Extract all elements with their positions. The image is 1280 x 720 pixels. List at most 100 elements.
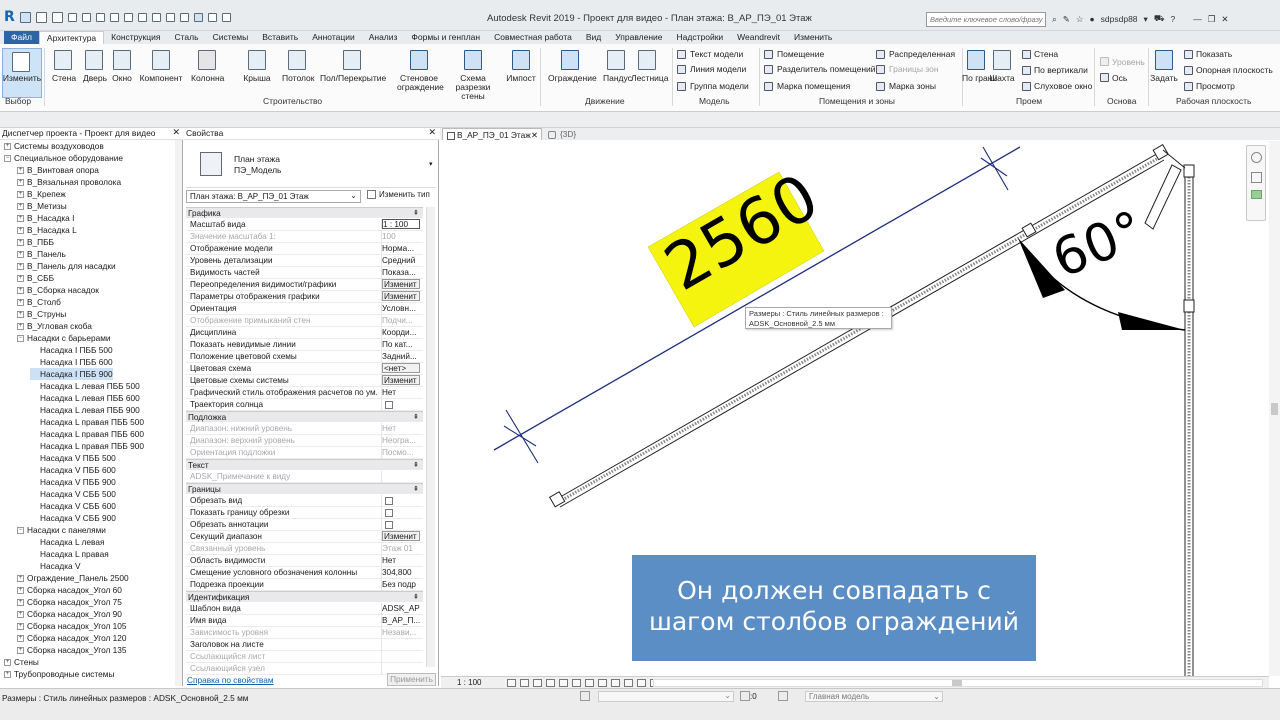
checkbox[interactable] xyxy=(385,509,393,517)
reveal-hidden-icon[interactable] xyxy=(611,679,620,687)
browser-item[interactable]: Насадка L левая ПББ 500 xyxy=(30,380,140,392)
room-separator-button[interactable]: Разделитель помещений xyxy=(777,64,876,74)
property-value[interactable]: Средний xyxy=(382,256,420,265)
property-value[interactable]: Нет xyxy=(382,388,420,397)
navigation-bar[interactable] xyxy=(1246,145,1266,221)
browser-item[interactable]: + Сборка насадок_Угол 120 xyxy=(17,632,127,644)
text-icon[interactable] xyxy=(137,12,147,22)
property-value[interactable]: Этаж 01 xyxy=(382,544,420,553)
section-icon[interactable] xyxy=(165,12,175,22)
browser-item[interactable]: Насадка I ПББ 600 xyxy=(30,356,113,368)
properties-help-link[interactable]: Справка по свойствам xyxy=(187,675,274,685)
tab-1[interactable]: Архитектура xyxy=(38,30,105,45)
section-underlay[interactable]: Подложка ⇞ xyxy=(186,411,423,422)
tab-0[interactable]: Файл xyxy=(4,31,39,44)
expand-icon[interactable]: + xyxy=(17,275,24,283)
chevron-down-icon[interactable]: ▾ xyxy=(1144,14,1148,25)
area-tag-button[interactable]: Марка зоны xyxy=(889,81,936,91)
level-button[interactable]: Уровень xyxy=(1112,57,1145,67)
canvas-vertical-scrollbar[interactable] xyxy=(1269,141,1280,676)
temp-hide-icon[interactable] xyxy=(598,679,607,687)
expand-icon[interactable]: + xyxy=(17,287,24,295)
browser-item[interactable]: Насадка L правая ПББ 600 xyxy=(30,428,144,440)
section-text[interactable]: Текст ⇞ xyxy=(186,459,423,470)
revit-logo[interactable]: R xyxy=(4,9,15,25)
browser-item[interactable]: + В_Крепеж xyxy=(17,188,66,200)
checkbox[interactable] xyxy=(385,497,393,505)
section-identity[interactable]: Идентификация ⇞ xyxy=(186,591,423,602)
build-3-button[interactable]: Компонент xyxy=(139,74,183,83)
temp-properties-icon[interactable] xyxy=(624,679,633,687)
browser-item[interactable]: − Насадки с панелями xyxy=(17,524,106,536)
browser-item[interactable]: + В_Панель xyxy=(17,248,66,260)
dimension-icon[interactable] xyxy=(123,12,133,22)
expand-icon[interactable]: + xyxy=(4,659,11,667)
browser-item[interactable]: + В_СББ xyxy=(17,272,54,284)
property-value[interactable]: Посмо... xyxy=(382,448,420,457)
property-edit-button[interactable]: Изменит xyxy=(382,375,420,385)
dimension-tag[interactable]: 2560 xyxy=(648,172,831,328)
workset-combo[interactable]: ⌄ xyxy=(598,691,734,702)
property-value[interactable]: Незави... xyxy=(382,628,420,637)
collapse-icon[interactable]: ⇞ xyxy=(413,460,419,471)
property-value[interactable]: 1 : 100 xyxy=(382,219,420,229)
browser-item[interactable]: + Сборка насадок_Угол 60 xyxy=(17,584,122,596)
expand-icon[interactable]: − xyxy=(4,155,11,163)
design-options-icon[interactable] xyxy=(778,691,788,701)
open-icon[interactable] xyxy=(19,11,31,23)
collapse-icon[interactable]: ⇞ xyxy=(413,412,419,423)
crop-icon[interactable] xyxy=(559,679,568,687)
expand-icon[interactable]: + xyxy=(17,623,24,631)
circ-2-button[interactable]: Лестница xyxy=(631,74,669,83)
area-boundary-button[interactable]: Границы зон xyxy=(889,64,939,74)
design-option-combo[interactable]: Главная модель ⌄ xyxy=(805,691,943,702)
property-value[interactable]: 100 xyxy=(382,232,420,241)
expand-icon[interactable]: + xyxy=(17,179,24,187)
property-value[interactable]: Задний... xyxy=(382,352,420,361)
browser-item[interactable]: Насадка L правая ПББ 500 xyxy=(30,416,144,428)
set-workplane-button[interactable]: Задать xyxy=(1150,74,1178,83)
property-edit-button[interactable]: Изменит xyxy=(382,531,420,541)
property-value[interactable]: Неогра... xyxy=(382,436,420,445)
model-text-button[interactable]: Текст модели xyxy=(690,49,743,59)
section-graphics[interactable]: Графика ⇞ xyxy=(186,207,423,218)
browser-item[interactable]: + В_Метизы xyxy=(17,200,67,212)
property-value[interactable]: Коорди... xyxy=(382,328,420,337)
build-0-button[interactable]: Стена xyxy=(52,74,76,83)
browser-item[interactable]: + Ограждение_Панель 2500 xyxy=(17,572,129,584)
room-button[interactable]: Помещение xyxy=(777,49,824,59)
property-value[interactable]: Условн... xyxy=(382,304,420,313)
expand-icon[interactable]: + xyxy=(17,263,24,271)
opening-1-button[interactable]: По вертикали xyxy=(1034,65,1088,75)
3d-view-icon[interactable] xyxy=(151,12,161,22)
worksets-icon[interactable] xyxy=(580,691,590,701)
editing-requests-icon[interactable] xyxy=(740,691,750,701)
property-edit-button[interactable]: Изменит xyxy=(382,291,420,301)
expand-icon[interactable]: + xyxy=(17,599,24,607)
browser-item[interactable]: Насадка V СББ 900 xyxy=(30,512,116,524)
browser-item[interactable]: Насадка I ПББ 500 xyxy=(30,344,113,356)
build-9-button[interactable]: Схема разрезки стены xyxy=(443,74,503,101)
switch-windows-icon[interactable] xyxy=(207,12,217,22)
model-group-button[interactable]: Группа модели xyxy=(690,81,749,91)
thin-lines-icon[interactable] xyxy=(179,12,189,22)
help-icon[interactable]: ? xyxy=(1171,14,1176,24)
workplane-0-button[interactable]: Показать xyxy=(1196,49,1232,59)
tab-10[interactable]: Вид xyxy=(579,31,608,44)
user-icon[interactable]: ● xyxy=(1090,14,1095,24)
browser-item[interactable]: + Системы воздуховодов xyxy=(4,140,104,152)
restore-icon[interactable]: ❐ xyxy=(1208,14,1216,25)
area-button[interactable]: Распределенная xyxy=(889,49,955,59)
model-line-button[interactable]: Линия модели xyxy=(690,64,746,74)
property-value[interactable]: Показа... xyxy=(382,268,420,277)
build-8-button[interactable]: Стеновое ограждение xyxy=(397,74,444,92)
browser-item[interactable]: + В_Струны xyxy=(17,308,66,320)
workplane-2-button[interactable]: Просмотр xyxy=(1196,81,1235,91)
browser-item[interactable]: + В_Сборка насадок xyxy=(17,284,99,296)
browser-item[interactable]: + В_Насадка I xyxy=(17,212,74,224)
close-icon[interactable]: ✕ xyxy=(172,127,180,138)
build-2-button[interactable]: Окно xyxy=(111,74,133,83)
expand-icon[interactable]: + xyxy=(17,167,24,175)
collapse-icon[interactable]: ⇞ xyxy=(413,208,419,219)
browser-scrollbar[interactable] xyxy=(175,140,182,686)
